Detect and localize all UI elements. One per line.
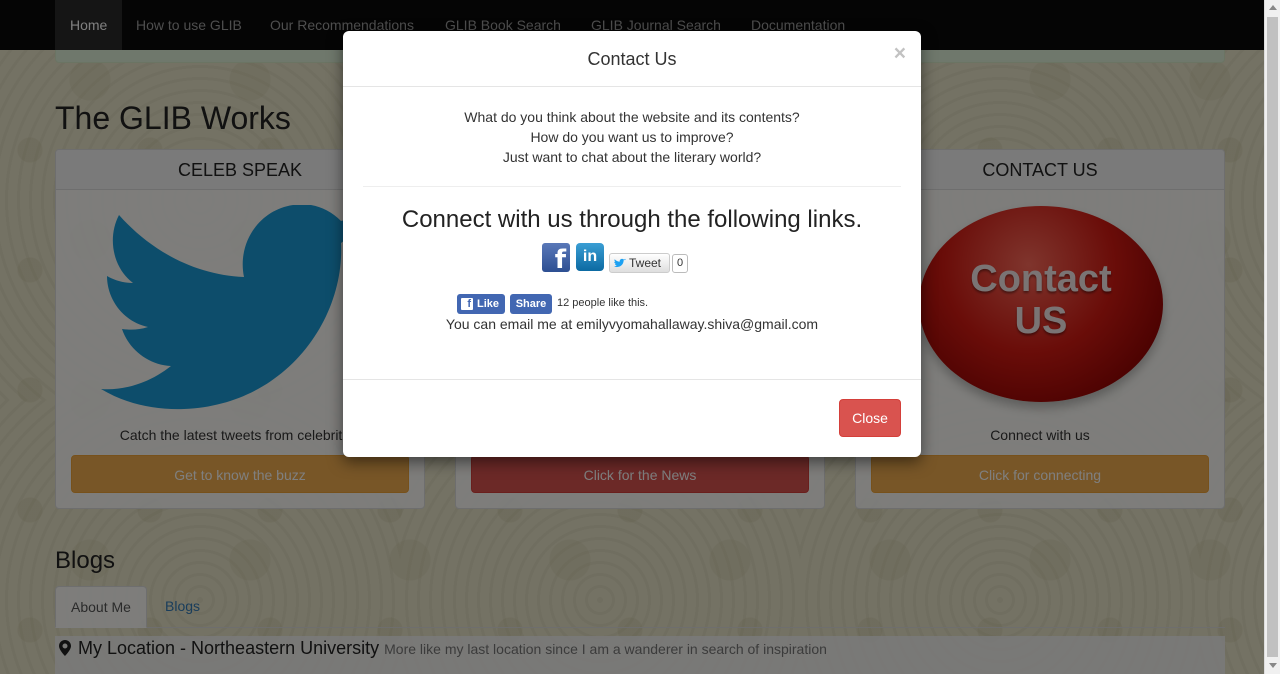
- contact-questions: What do you think about the website and …: [343, 107, 921, 167]
- tweet-label: Tweet: [629, 256, 662, 270]
- facebook-share-button[interactable]: Share: [510, 294, 552, 314]
- like-count: 12 people like this.: [557, 297, 649, 309]
- question-line: How do you want us to improve?: [530, 129, 734, 145]
- tweet-count: 0: [672, 254, 688, 273]
- facebook-icon: f: [461, 298, 473, 310]
- facebook-icon[interactable]: f: [542, 243, 570, 272]
- modal-divider: [363, 186, 901, 187]
- vertical-scrollbar[interactable]: [1264, 0, 1280, 674]
- modal-footer-divider: [343, 379, 921, 380]
- close-icon[interactable]: ×: [894, 42, 906, 66]
- modal-header: Contact Us ×: [343, 31, 921, 87]
- linkedin-icon[interactable]: in: [576, 243, 604, 271]
- email-text: You can email me at emilyvyomahallaway.s…: [445, 316, 819, 332]
- scroll-thumb[interactable]: [1267, 17, 1278, 657]
- like-label: Like: [477, 298, 500, 310]
- close-button[interactable]: Close: [839, 399, 901, 437]
- tweet-button[interactable]: Tweet: [609, 253, 670, 273]
- question-line: Just want to chat about the literary wor…: [502, 149, 762, 165]
- connect-heading: Connect with us through the following li…: [401, 206, 863, 233]
- question-line: What do you think about the website and …: [464, 109, 800, 125]
- modal-title: Contact Us: [587, 49, 677, 69]
- twitter-bird-icon: [614, 258, 626, 268]
- facebook-like-button[interactable]: f Like: [457, 294, 505, 314]
- scroll-down-icon[interactable]: [1269, 663, 1277, 668]
- contact-us-modal: Contact Us × What do you think about the…: [343, 31, 921, 457]
- scroll-up-icon[interactable]: [1269, 5, 1277, 10]
